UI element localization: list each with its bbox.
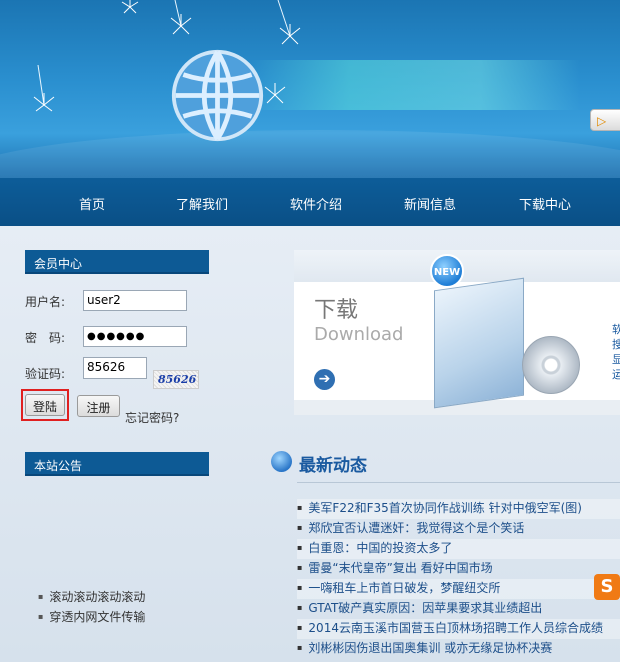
dandelion-icon — [121, 0, 139, 14]
nav-item-download[interactable]: 下载中心 — [519, 194, 571, 213]
login-button[interactable]: 登陆 — [25, 394, 65, 416]
new-badge: NEW — [430, 254, 464, 288]
member-center-header: 会员中心 — [25, 250, 209, 274]
notice-header: 本站公告 — [25, 452, 209, 476]
header-banner: ▷ — [0, 0, 620, 178]
banner-glow — [250, 60, 580, 110]
forgot-password-link[interactable]: 忘记密码? — [125, 409, 179, 426]
arrow-right-icon[interactable]: ➔ — [314, 369, 335, 390]
news-item[interactable]: GTAT破产真实原因：因苹果要求其业绩超出 — [297, 599, 620, 619]
username-input[interactable]: user2 — [83, 290, 187, 311]
captcha-label: 验证码: — [25, 367, 66, 381]
globe-logo-icon — [171, 49, 264, 142]
news-item[interactable]: 2014云南玉溪市国营玉白顶林场招聘工作人员综合成绩 — [297, 619, 620, 639]
dandelion-icon — [170, 0, 192, 35]
captcha-image[interactable]: 85626 — [153, 370, 199, 389]
globe-news-icon — [271, 451, 292, 472]
download-banner[interactable]: 下载 Download ➔ NEW 软搜显运 — [294, 250, 620, 415]
download-side-text: 软搜显运 — [612, 323, 620, 381]
news-item[interactable]: 郑欣宜否认遭迷奸：我觉得这个是个笑话 — [297, 519, 620, 539]
news-item[interactable]: 美军F22和F35首次协同作战训练 针对中俄空军(图) — [297, 499, 620, 519]
software-box-icon — [434, 277, 524, 409]
news-divider — [297, 482, 620, 483]
banner-play-button[interactable]: ▷ — [590, 109, 620, 131]
play-arrow-icon: ▷ — [597, 114, 607, 128]
nav-item-software[interactable]: 软件介绍 — [290, 194, 342, 213]
main-navigation: 首页 了解我们 软件介绍 新闻信息 下载中心 — [0, 178, 620, 226]
notice-item[interactable]: 穿透内网文件传输 — [38, 608, 145, 628]
nav-item-home[interactable]: 首页 — [79, 194, 105, 213]
news-item[interactable]: 刘彬彬因伤退出国奥集训 或亦无缘足协杯决赛 — [297, 639, 620, 659]
nav-item-news[interactable]: 新闻信息 — [404, 194, 456, 213]
sogou-input-icon[interactable]: S — [594, 574, 620, 600]
news-item[interactable]: 白重恩：中国的投资太多了 — [297, 539, 620, 559]
news-list: 美军F22和F35首次协同作战训练 针对中俄空军(图) 郑欣宜否认遭迷奸：我觉得… — [297, 499, 620, 659]
dandelion-icon — [277, 0, 301, 45]
dandelion-icon — [33, 65, 55, 112]
username-label: 用户名: — [25, 295, 66, 309]
download-subtitle: Download — [314, 324, 404, 345]
dandelion-icon — [264, 83, 286, 104]
register-button[interactable]: 注册 — [77, 395, 120, 417]
password-input[interactable]: ●●●●●● — [83, 326, 187, 347]
download-title: 下载 — [314, 298, 359, 323]
news-item[interactable]: 雷曼“末代皇帝”复出 看好中国市场 — [297, 559, 620, 579]
password-label: 密 码: — [25, 331, 66, 345]
captcha-input[interactable]: 85626 — [83, 357, 147, 379]
news-title: 最新动态 — [299, 456, 367, 476]
news-item[interactable]: 一嗨租车上市首日破发，梦醒纽交所 — [297, 579, 620, 599]
notice-list: 滚动滚动滚动滚动 穿透内网文件传输 — [38, 588, 145, 628]
notice-item[interactable]: 滚动滚动滚动滚动 — [38, 588, 145, 608]
nav-item-about[interactable]: 了解我们 — [176, 194, 228, 213]
cd-disc-icon — [522, 336, 580, 394]
banner-wave — [0, 130, 620, 178]
